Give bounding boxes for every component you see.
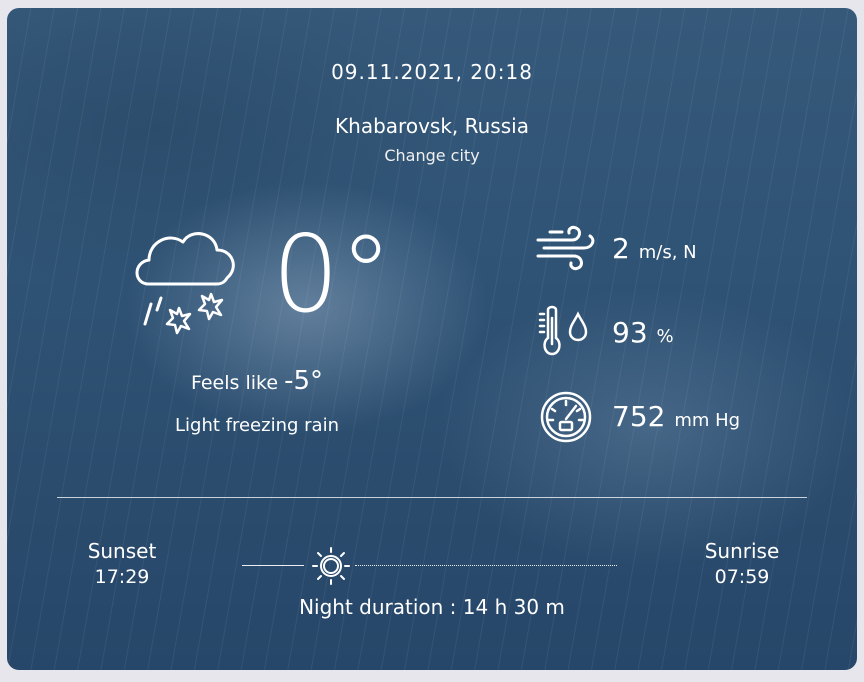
pressure-unit: mm Hg [674,410,741,431]
sunset-time: 17:29 [94,566,150,588]
sun-icon [312,547,350,585]
wind-unit: m/s, N [638,242,697,263]
humidity-stat: 93 % [612,316,674,349]
city-name: Khabarovsk, Russia [335,114,529,138]
sunrise-time: 07:59 [714,566,770,588]
weather-card: 09.11.2021, 20:18 Khabarovsk, Russia Cha… [7,8,857,670]
wind-value: 2 [612,232,630,265]
pressure-value: 752 [612,400,666,433]
weather-description: Light freezing rain [175,415,339,436]
sunrise-label: Sunrise [704,539,780,563]
sunset-label: Sunset [87,539,157,563]
divider [57,497,807,498]
barometer-icon [540,391,592,443]
feels-like: Feels like -5° [157,366,357,396]
feels-like-label: Feels like [190,372,279,394]
wind-icon [536,225,595,271]
night-duration: Night duration : 14 h 30 m [299,595,565,619]
wind-stat: 2 m/s, N [612,232,697,265]
sun-track-remaining [355,565,617,566]
thermometer-drop-icon [538,305,588,356]
change-city-link[interactable]: Change city [7,146,857,165]
pressure-stat: 752 mm Hg [612,400,740,433]
cloud-rain-snow-icon [135,232,235,335]
sun-track-elapsed [242,565,304,566]
feels-like-value: -5° [284,366,324,396]
humidity-unit: % [656,326,674,347]
date-time: 09.11.2021, 20:18 [331,60,533,84]
current-temperature: 0° [272,213,393,336]
humidity-value: 93 [612,316,648,349]
